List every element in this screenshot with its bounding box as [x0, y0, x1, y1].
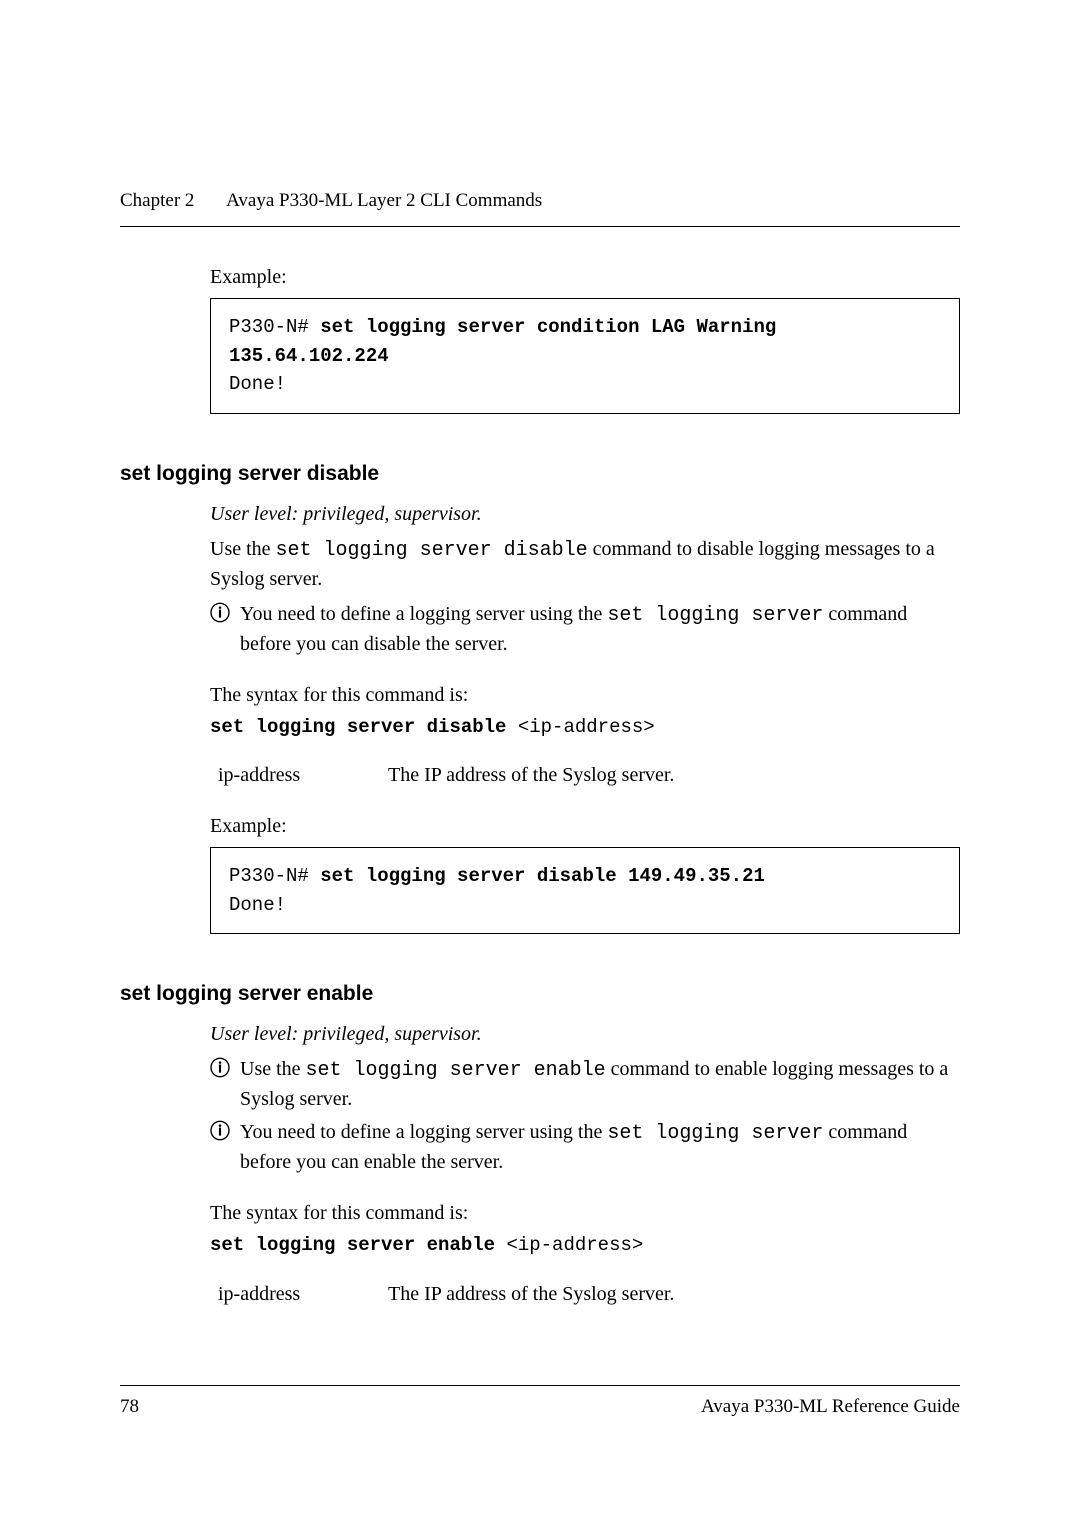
info-text: Use the set logging server enable comman…	[240, 1055, 960, 1114]
note2-pre: You need to define a logging server usin…	[240, 1121, 607, 1143]
note2-cmd: set logging server	[607, 1122, 823, 1145]
user-level: User level: privileged, supervisor.	[210, 500, 960, 529]
info-note-2a: ⓘ Use the set logging server enable comm…	[210, 1055, 960, 1114]
desc-pre: Use the	[210, 538, 276, 560]
info-icon: ⓘ	[210, 600, 240, 629]
chapter-title: Avaya P330-ML Layer 2 CLI Commands	[226, 190, 542, 211]
code-prompt: P330-N#	[229, 316, 320, 338]
note-cmd: set logging server	[607, 604, 823, 627]
code-result: Done!	[229, 370, 941, 399]
info-icon: ⓘ	[210, 1055, 240, 1084]
section-0: Example: P330-N# set logging server cond…	[210, 263, 960, 414]
param-desc: The IP address of the Syslog server.	[388, 1280, 960, 1309]
description: Use the set logging server disable comma…	[210, 535, 960, 594]
syntax-line-2: set logging server enable <ip-address>	[210, 1232, 960, 1260]
footer-line: 78 Avaya P330-ML Reference Guide	[120, 1396, 960, 1418]
info-text: You need to define a logging server usin…	[240, 1118, 960, 1177]
info-text: You need to define a logging server usin…	[240, 600, 960, 659]
section-1-body: User level: privileged, supervisor. Use …	[210, 500, 960, 935]
running-header: Chapter 2 Avaya P330-ML Layer 2 CLI Comm…	[120, 190, 960, 212]
param-row: ip-address The IP address of the Syslog …	[218, 761, 960, 790]
syntax-label-2: The syntax for this command is:	[210, 1199, 960, 1228]
param-name: ip-address	[218, 761, 388, 790]
code-line-1: P330-N# set logging server condition LAG…	[229, 313, 941, 370]
info-note-2b: ⓘ You need to define a logging server us…	[210, 1118, 960, 1177]
param-row-2: ip-address The IP address of the Syslog …	[218, 1280, 960, 1309]
code-example-2: P330-N# set logging server disable 149.4…	[210, 847, 960, 934]
syntax-bold: set logging server enable	[210, 1234, 495, 1256]
section-title-disable: set logging server disable	[120, 462, 960, 486]
info-note-1: ⓘ You need to define a logging server us…	[210, 600, 960, 659]
footer: 78 Avaya P330-ML Reference Guide	[120, 1385, 960, 1418]
code-command: set logging server disable 149.49.35.21	[320, 865, 765, 887]
example-label: Example:	[210, 263, 960, 292]
user-level-2: User level: privileged, supervisor.	[210, 1020, 960, 1049]
header-rule	[120, 226, 960, 227]
syntax-arg: <ip-address>	[506, 716, 654, 738]
note1-pre: Use the	[240, 1058, 306, 1080]
code-prompt: P330-N#	[229, 865, 320, 887]
example-label-2: Example:	[210, 812, 960, 841]
page-number: 78	[120, 1396, 139, 1418]
note-pre: You need to define a logging server usin…	[240, 603, 607, 625]
footer-rule	[120, 1385, 960, 1386]
info-icon: ⓘ	[210, 1118, 240, 1147]
page: Chapter 2 Avaya P330-ML Layer 2 CLI Comm…	[0, 0, 1080, 1528]
syntax-line: set logging server disable <ip-address>	[210, 714, 960, 742]
param-name: ip-address	[218, 1280, 388, 1309]
syntax-arg: <ip-address>	[495, 1234, 643, 1256]
chapter-label: Chapter 2	[120, 190, 194, 211]
code-example-1: P330-N# set logging server condition LAG…	[210, 298, 960, 414]
syntax-label: The syntax for this command is:	[210, 681, 960, 710]
desc-cmd: set logging server disable	[276, 539, 588, 562]
section-title-enable: set logging server enable	[120, 982, 960, 1006]
section-2-body: User level: privileged, supervisor. ⓘ Us…	[210, 1020, 960, 1309]
code-result: Done!	[229, 891, 941, 920]
param-desc: The IP address of the Syslog server.	[388, 761, 960, 790]
doc-title: Avaya P330-ML Reference Guide	[701, 1396, 960, 1418]
syntax-bold: set logging server disable	[210, 716, 506, 738]
code-line-1: P330-N# set logging server disable 149.4…	[229, 862, 941, 891]
note1-cmd: set logging server enable	[306, 1059, 606, 1082]
